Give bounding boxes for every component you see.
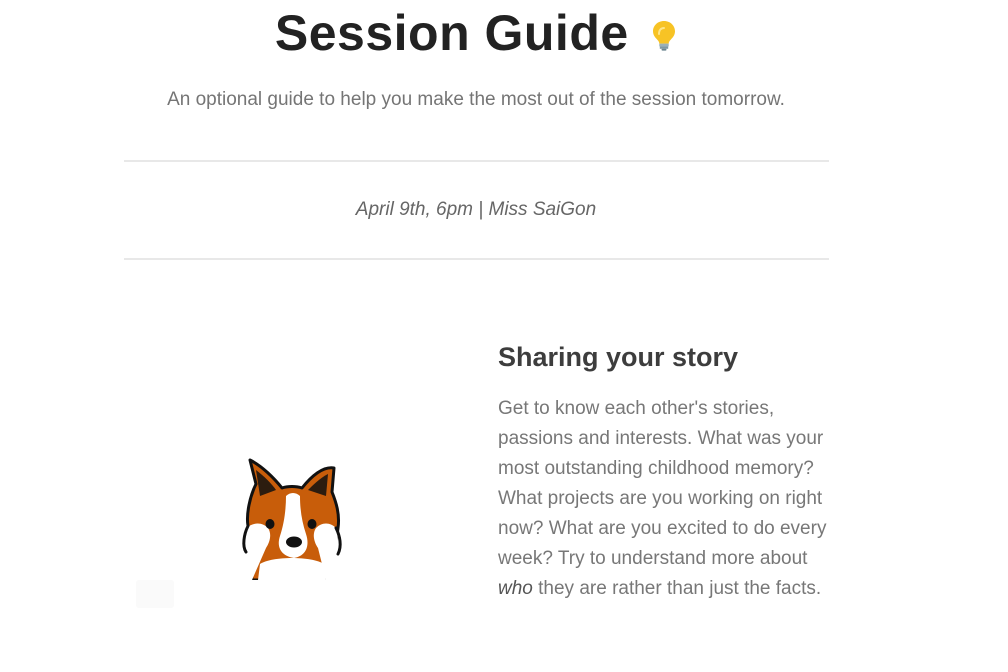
fox-icon [236, 456, 348, 582]
divider-bottom [124, 258, 829, 260]
page-subtitle: An optional guide to help you make the m… [167, 89, 785, 110]
section-body-text-2: they are rather than just the facts. [532, 578, 822, 599]
section-body-emphasis: who [498, 578, 533, 599]
section-body: Get to know each other's stories, passio… [498, 394, 838, 604]
divider-top [124, 160, 829, 162]
section-body-text-1: Get to know each other's stories, passio… [498, 398, 827, 569]
session-guide-page: Session Guide An optional guide to help … [0, 0, 1008, 672]
lightbulb-icon [651, 19, 677, 56]
faint-button[interactable] [136, 580, 174, 608]
page-title: Session Guide [274, 5, 629, 61]
title-row: Session Guide [0, 4, 952, 62]
event-date-location: April 9th, 6pm | Miss SaiGon [355, 199, 597, 220]
section-heading: Sharing your story [498, 342, 739, 372]
